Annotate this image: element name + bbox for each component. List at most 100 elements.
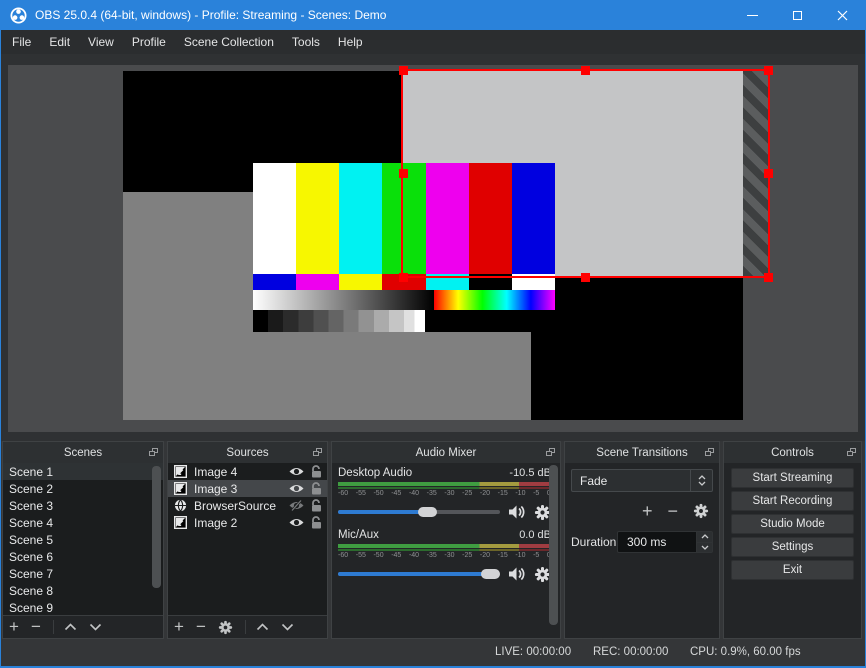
maximize-button[interactable] xyxy=(775,0,820,30)
selection-handle-top-right[interactable] xyxy=(763,65,773,75)
toolbar-separator xyxy=(244,620,246,634)
dock-float-icon[interactable] xyxy=(847,448,856,456)
dock-float-icon[interactable] xyxy=(705,448,714,456)
sources-dock-header[interactable]: Sources xyxy=(168,442,327,463)
controls-dock-title: Controls xyxy=(771,446,814,459)
remove-source-button[interactable]: − xyxy=(196,617,206,637)
settings-button[interactable]: Settings xyxy=(731,537,854,557)
duration-decrement-button[interactable] xyxy=(696,542,712,552)
scene-list-item[interactable]: Scene 9 xyxy=(3,599,163,615)
lock-open-icon[interactable] xyxy=(311,465,322,478)
channel-volume-db: 0.0 dB xyxy=(519,529,551,541)
menu-tools[interactable]: Tools xyxy=(283,30,329,54)
scenes-scrollbar[interactable] xyxy=(152,466,161,588)
studio-mode-button[interactable]: Studio Mode xyxy=(731,514,854,534)
dock-float-icon[interactable] xyxy=(313,448,322,456)
selection-handle-bottom-center[interactable] xyxy=(580,272,590,282)
selection-handle-mid-left[interactable] xyxy=(398,168,408,178)
remove-transition-button[interactable]: − xyxy=(667,501,678,521)
controls-dock: Controls Start Streaming Start Recording… xyxy=(723,441,862,639)
menu-edit[interactable]: Edit xyxy=(40,30,79,54)
visibility-eye-icon[interactable] xyxy=(289,517,304,528)
scene-label: Scene 4 xyxy=(9,515,54,530)
remove-scene-button[interactable]: − xyxy=(31,617,41,637)
source-up-button[interactable] xyxy=(256,623,269,631)
mixer-scrollbar[interactable] xyxy=(549,465,558,625)
scene-list-item[interactable]: Scene 3 xyxy=(3,497,163,514)
duration-spinbox[interactable]: 300 ms xyxy=(617,531,713,553)
duration-label: Duration xyxy=(571,535,617,549)
source-row[interactable]: BrowserSource xyxy=(168,497,327,514)
scene-up-button[interactable] xyxy=(64,623,77,631)
controls-dock-header[interactable]: Controls xyxy=(724,442,861,463)
lock-open-icon[interactable] xyxy=(311,499,322,512)
menu-scene-collection[interactable]: Scene Collection xyxy=(175,30,283,54)
scene-list-item[interactable]: Scene 1 xyxy=(3,463,163,480)
chevron-up-icon xyxy=(256,623,268,631)
exit-button[interactable]: Exit xyxy=(731,560,854,580)
scene-list-item[interactable]: Scene 2 xyxy=(3,480,163,497)
transition-select[interactable]: Fade xyxy=(571,469,713,492)
chevron-down-icon xyxy=(89,623,101,631)
visibility-eye-slash-icon[interactable] xyxy=(289,500,304,511)
scene-list-item[interactable]: Scene 8 xyxy=(3,582,163,599)
dock-float-icon[interactable] xyxy=(149,448,158,456)
visibility-eye-icon[interactable] xyxy=(289,483,304,494)
sources-toolbar: + − xyxy=(168,615,327,638)
start-streaming-button[interactable]: Start Streaming xyxy=(731,468,854,488)
add-scene-button[interactable]: + xyxy=(9,617,19,637)
source-row[interactable]: Image 4 xyxy=(168,463,327,480)
visibility-eye-icon[interactable] xyxy=(289,466,304,477)
dock-float-icon[interactable] xyxy=(546,448,555,456)
image-source-icon xyxy=(174,516,187,529)
selection-handle-top-left[interactable] xyxy=(398,65,408,75)
selection-outline[interactable] xyxy=(401,69,770,278)
menu-profile[interactable]: Profile xyxy=(123,30,175,54)
volume-meter xyxy=(338,482,551,486)
selection-handle-bottom-left[interactable] xyxy=(398,272,408,282)
fader-thumb[interactable] xyxy=(481,569,501,579)
start-recording-button[interactable]: Start Recording xyxy=(731,491,854,511)
mixer-dock-header[interactable]: Audio Mixer xyxy=(332,442,560,463)
add-transition-button[interactable]: + xyxy=(642,501,653,521)
selection-handle-bottom-right[interactable] xyxy=(763,272,773,282)
transition-properties-button[interactable] xyxy=(693,503,709,519)
speaker-icon[interactable] xyxy=(508,566,526,582)
minimize-button[interactable] xyxy=(730,0,775,30)
preview-surface[interactable] xyxy=(8,65,858,432)
obs-window: OBS 25.0.4 (64-bit, windows) - Profile: … xyxy=(0,0,866,668)
titlebar[interactable]: OBS 25.0.4 (64-bit, windows) - Profile: … xyxy=(1,0,865,30)
duration-increment-button[interactable] xyxy=(696,532,712,543)
volume-fader[interactable] xyxy=(338,507,500,517)
close-button[interactable] xyxy=(820,0,865,30)
scene-list-item[interactable]: Scene 4 xyxy=(3,514,163,531)
duration-row: Duration 300 ms xyxy=(571,531,713,553)
live-time: LIVE: 00:00:00 xyxy=(495,646,572,658)
scenes-dock-header[interactable]: Scenes xyxy=(3,442,163,463)
menu-file[interactable]: File xyxy=(3,30,40,54)
docks-row: Scenes Scene 1 Scene 2 Scene 3 Scene 4 S… xyxy=(1,441,865,639)
image-source-icon xyxy=(174,482,187,495)
volume-meter-ticks xyxy=(338,487,551,489)
selection-handle-mid-right[interactable] xyxy=(763,168,773,178)
menu-view[interactable]: View xyxy=(79,30,123,54)
add-source-button[interactable]: + xyxy=(174,617,184,637)
fader-thumb[interactable] xyxy=(418,507,438,517)
speaker-icon[interactable] xyxy=(508,504,526,520)
scene-down-button[interactable] xyxy=(89,623,102,631)
source-down-button[interactable] xyxy=(281,623,294,631)
gear-icon xyxy=(693,503,709,519)
volume-fader[interactable] xyxy=(338,569,501,579)
transitions-dock-header[interactable]: Scene Transitions xyxy=(565,442,719,463)
lock-open-icon[interactable] xyxy=(311,482,322,495)
lock-open-icon[interactable] xyxy=(311,516,322,529)
menu-help[interactable]: Help xyxy=(329,30,372,54)
scene-list-item[interactable]: Scene 7 xyxy=(3,565,163,582)
selection-handle-top-center[interactable] xyxy=(580,65,590,75)
scene-list-item[interactable]: Scene 5 xyxy=(3,531,163,548)
source-properties-button[interactable] xyxy=(218,620,233,635)
scene-list-item[interactable]: Scene 6 xyxy=(3,548,163,565)
source-row-selected[interactable]: Image 3 xyxy=(168,480,327,497)
scenes-toolbar: + − xyxy=(3,615,163,638)
source-row[interactable]: Image 2 xyxy=(168,514,327,531)
